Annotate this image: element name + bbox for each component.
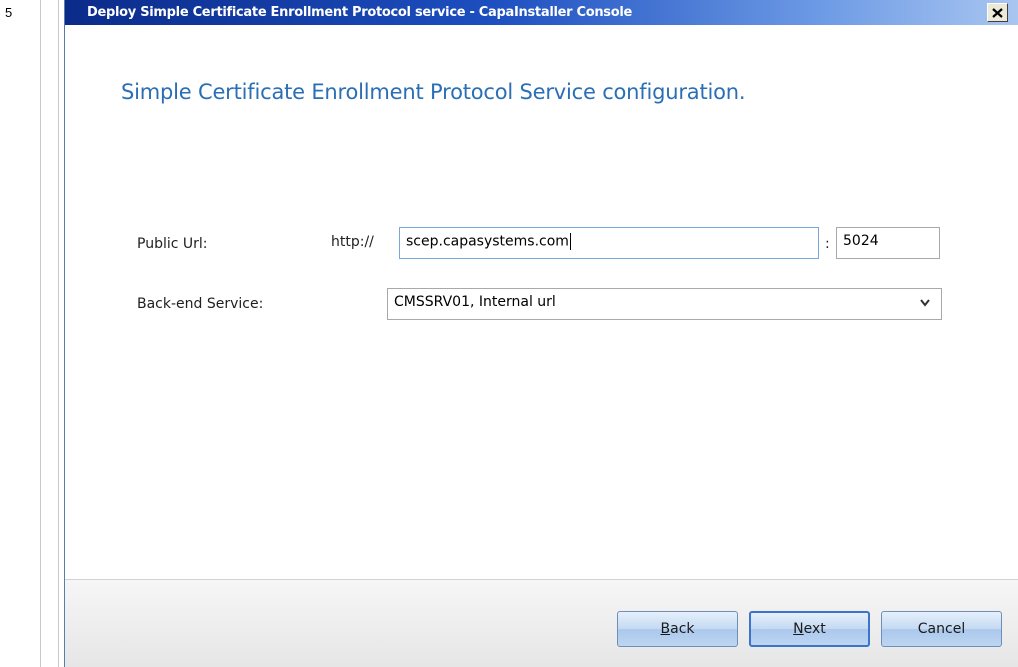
port-separator: :: [825, 236, 830, 252]
text-caret: [569, 233, 571, 250]
back-label: ack: [670, 621, 695, 637]
back-button[interactable]: Back: [617, 611, 738, 647]
dialog-footer: Back Next Cancel: [65, 579, 1018, 667]
window-title: Deploy Simple Certificate Enrollment Pro…: [87, 5, 633, 20]
title-bar[interactable]: Deploy Simple Certificate Enrollment Pro…: [65, 0, 1018, 25]
grid-line-left: [40, 0, 41, 667]
step-number: 5: [5, 5, 13, 20]
public-url-input[interactable]: scep.capasystems.com: [399, 227, 819, 259]
next-label: ext: [803, 621, 826, 637]
port-value: 5024: [843, 233, 879, 249]
public-url-label: Public Url:: [137, 236, 208, 252]
chevron-down-icon: [920, 299, 930, 307]
cancel-button[interactable]: Cancel: [881, 611, 1002, 647]
public-url-value: scep.capasystems.com: [406, 233, 569, 250]
back-accel: B: [660, 621, 671, 637]
close-button[interactable]: [987, 3, 1008, 22]
next-accel: N: [793, 621, 804, 637]
dialog-window: Deploy Simple Certificate Enrollment Pro…: [64, 0, 1018, 667]
cancel-label: Cancel: [917, 621, 966, 637]
close-icon: [992, 7, 1003, 18]
page-heading: Simple Certificate Enrollment Protocol S…: [121, 80, 746, 104]
url-scheme-prefix: http://: [331, 234, 374, 250]
port-input[interactable]: 5024: [836, 227, 940, 259]
backend-service-label: Back-end Service:: [137, 296, 264, 312]
backend-service-value: CMSSRV01, Internal url: [394, 294, 556, 310]
grid-line-right: [58, 0, 59, 667]
backend-service-select[interactable]: CMSSRV01, Internal url: [387, 288, 942, 320]
next-button[interactable]: Next: [749, 611, 870, 647]
